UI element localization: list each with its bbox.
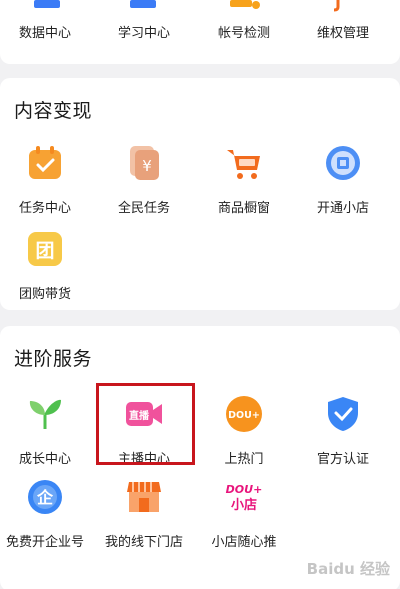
- top-item-label: 数据中心: [18, 26, 71, 41]
- item-group-buy[interactable]: 团 团购带货: [0, 230, 93, 302]
- shop-promote-badge-line1: DOU+: [226, 483, 263, 496]
- item-label: 我的线下门店: [104, 535, 183, 550]
- item-public-task[interactable]: ¥ 全民任务: [96, 144, 192, 216]
- item-product-showcase[interactable]: 商品橱窗: [196, 144, 292, 216]
- item-label: 团购带货: [18, 287, 71, 302]
- item-label: 小店随心推: [211, 535, 277, 550]
- content-monetization-card: 内容变现 任务中心 ¥ 全民任务 商品橱窗 开通小店 团 团购带货: [0, 78, 400, 310]
- enterprise-badge-text: 企: [36, 488, 54, 507]
- advanced-services-card: 进阶服务 成长中心 直播 主播中心 DOU+ 上热门 官方认证 企 免费开企业号…: [0, 326, 400, 589]
- item-task-center[interactable]: 任务中心: [0, 144, 93, 216]
- section-title-content-monetization: 内容变现: [14, 100, 93, 122]
- open-shop-icon: [326, 146, 360, 180]
- learning-center-icon: [130, 0, 156, 8]
- task-center-icon: [29, 146, 61, 179]
- item-offline-store[interactable]: 我的线下门店: [96, 478, 192, 550]
- item-label: 任务中心: [18, 201, 71, 216]
- item-label: 成长中心: [18, 452, 71, 467]
- shop-promote-icon: DOU+ 小店: [226, 483, 263, 513]
- item-label: 商品橱窗: [217, 201, 270, 216]
- highlight-box: [96, 383, 195, 465]
- item-official-verification[interactable]: 官方认证: [295, 395, 391, 467]
- item-growth-center[interactable]: 成长中心: [0, 395, 93, 467]
- item-label: 上热门: [224, 452, 264, 467]
- item-trending[interactable]: DOU+ 上热门: [196, 395, 292, 467]
- rights-management-icon: [333, 0, 340, 12]
- item-label: 开通小店: [316, 201, 369, 216]
- dou-plus-icon: DOU+: [226, 396, 262, 432]
- svg-text:团: 团: [35, 240, 54, 262]
- item-label: 免费开企业号: [5, 535, 84, 550]
- store-front-icon: [127, 482, 161, 512]
- watermark: Baidu 经验: [306, 560, 390, 578]
- data-center-icon: [34, 0, 60, 8]
- shopping-cart-icon: [227, 150, 260, 179]
- top-item-label: 学习中心: [117, 26, 170, 41]
- enterprise-icon: 企: [28, 480, 62, 514]
- growth-sprout-icon: [29, 399, 61, 429]
- item-open-shop[interactable]: 开通小店: [295, 144, 391, 216]
- top-item-label: 帐号检测: [217, 26, 270, 41]
- account-check-icon: [230, 0, 260, 9]
- top-item-label: 维权管理: [316, 26, 369, 41]
- public-task-icon: ¥: [130, 146, 159, 180]
- item-shop-promote[interactable]: DOU+ 小店 小店随心推: [196, 478, 292, 550]
- item-free-enterprise[interactable]: 企 免费开企业号: [0, 478, 93, 550]
- item-label: 全民任务: [117, 201, 170, 216]
- dou-plus-badge-text: DOU+: [228, 410, 260, 421]
- item-label: 官方认证: [316, 452, 369, 467]
- svg-text:¥: ¥: [142, 157, 152, 175]
- group-buy-icon: 团: [28, 232, 62, 266]
- shop-promote-badge-line2: 小店: [231, 497, 257, 513]
- verified-shield-icon: [328, 397, 358, 431]
- section-title-advanced-services: 进阶服务: [14, 348, 93, 370]
